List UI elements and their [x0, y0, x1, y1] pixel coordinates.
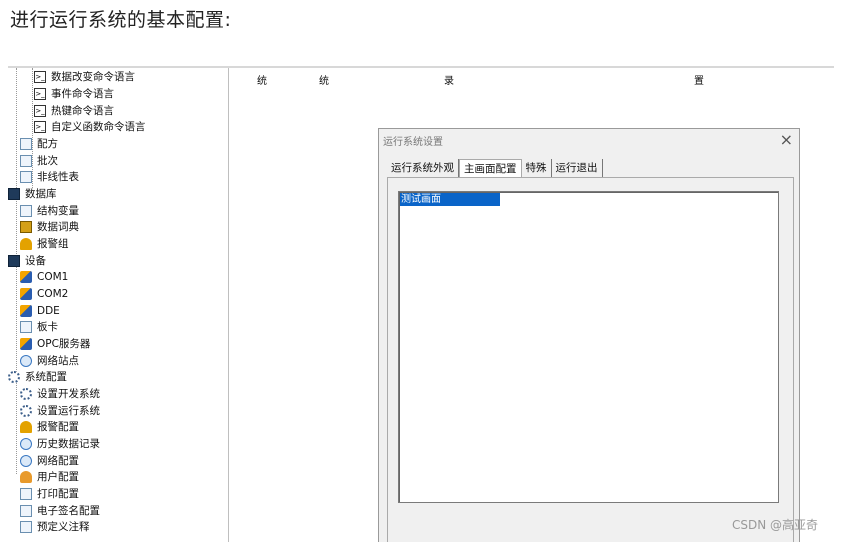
- recipe-icon: [20, 138, 32, 150]
- tree-item-system-config[interactable]: 系统配置: [8, 369, 67, 385]
- tree-item-history-records[interactable]: 历史数据记录: [20, 436, 100, 452]
- column-header: 置: [694, 76, 704, 87]
- tree-item-hotkey-command[interactable]: >_ 热键命令语言: [34, 103, 114, 119]
- tree-item-struct-variable[interactable]: 结构变量: [20, 203, 79, 219]
- user-icon: [20, 471, 32, 483]
- signature-icon: [20, 505, 32, 517]
- network-site-icon: [20, 355, 32, 367]
- note-icon: [20, 521, 32, 533]
- run-settings-icon: [20, 405, 32, 417]
- tree-item-run-system-settings[interactable]: 设置运行系统: [20, 403, 100, 419]
- table-icon: [20, 171, 32, 183]
- tab-run-system-appearance[interactable]: 运行系统外观: [387, 159, 459, 177]
- printer-icon: [20, 488, 32, 500]
- dictionary-icon: [20, 221, 32, 233]
- tree-item-batch[interactable]: 批次: [20, 153, 58, 169]
- run-system-settings-dialog: 运行系统设置 × 运行系统外观 主画面配置 特殊 运行退出 测试画面: [378, 128, 800, 542]
- watermark: CSDN @高亚奇: [731, 518, 818, 532]
- tab-special[interactable]: 特殊: [522, 159, 552, 177]
- screenshot-frame: >_ 数据改变命令语言 >_ 事件命令语言 >_ 热键命令语言 >_ 自定义函数…: [8, 66, 834, 542]
- tree-item-database[interactable]: 数据库: [8, 186, 57, 202]
- tree-item-board[interactable]: 板卡: [20, 319, 58, 335]
- tree-item-com1[interactable]: COM1: [20, 269, 68, 285]
- tree-item-opc-server[interactable]: OPC服务器: [20, 336, 90, 352]
- tree-item-device[interactable]: 设备: [8, 253, 46, 269]
- history-icon: [20, 438, 32, 450]
- tab-main-screen-config[interactable]: 主画面配置: [459, 159, 522, 177]
- command-icon: >_: [34, 105, 46, 117]
- com-port-icon: [20, 271, 32, 283]
- list-item[interactable]: 测试画面: [400, 193, 500, 206]
- tree-item-network-site[interactable]: 网络站点: [20, 353, 79, 369]
- board-icon: [20, 321, 32, 333]
- tree-item-user-config[interactable]: 用户配置: [20, 469, 79, 485]
- tree-item-com2[interactable]: COM2: [20, 286, 68, 302]
- database-icon: [8, 188, 20, 200]
- opc-icon: [20, 338, 32, 350]
- tab-panel-main-screen: 测试画面: [387, 177, 794, 542]
- project-tree[interactable]: >_ 数据改变命令语言 >_ 事件命令语言 >_ 热键命令语言 >_ 自定义函数…: [8, 68, 229, 542]
- dialog-title: 运行系统设置: [383, 137, 443, 148]
- article-intro-text: 进行运行系统的基本配置:: [10, 9, 232, 31]
- gear-icon: [20, 388, 32, 400]
- tree-item-recipe[interactable]: 配方: [20, 136, 58, 152]
- tab-run-exit[interactable]: 运行退出: [552, 159, 603, 177]
- tree-connector: [16, 68, 17, 474]
- command-icon: >_: [34, 88, 46, 100]
- document-icon: [20, 155, 32, 167]
- tree-item-alarm-group[interactable]: 报警组: [20, 236, 69, 252]
- tree-item-event-command[interactable]: >_ 事件命令语言: [34, 86, 114, 102]
- tree-item-alarm-config[interactable]: 报警配置: [20, 419, 79, 435]
- device-icon: [8, 255, 20, 267]
- close-icon[interactable]: ×: [780, 130, 793, 149]
- tree-item-dde[interactable]: DDE: [20, 303, 60, 319]
- alarm-icon: [20, 238, 32, 250]
- tree-item-data-change-command[interactable]: >_ 数据改变命令语言: [34, 69, 135, 85]
- command-icon: >_: [34, 121, 46, 133]
- column-header: 统: [319, 76, 329, 87]
- com-port-icon: [20, 288, 32, 300]
- structure-icon: [20, 205, 32, 217]
- tree-item-predefined-notes[interactable]: 预定义注释: [20, 519, 90, 535]
- tree-item-data-dictionary[interactable]: 数据词典: [20, 219, 79, 235]
- tree-item-custom-function-command[interactable]: >_ 自定义函数命令语言: [34, 119, 146, 135]
- command-icon: >_: [34, 71, 46, 83]
- alarm-icon: [20, 421, 32, 433]
- dde-icon: [20, 305, 32, 317]
- column-header: 统: [257, 76, 267, 87]
- tree-item-print-config[interactable]: 打印配置: [20, 486, 79, 502]
- tree-item-nonlinear-table[interactable]: 非线性表: [20, 169, 79, 185]
- column-header: 录: [444, 76, 454, 87]
- dialog-tabs: 运行系统外观 主画面配置 特殊 运行退出: [387, 159, 603, 177]
- screen-listbox[interactable]: 测试画面: [398, 191, 779, 503]
- system-config-icon: [8, 371, 20, 383]
- globe-icon: [20, 455, 32, 467]
- tree-item-dev-system-settings[interactable]: 设置开发系统: [20, 386, 100, 402]
- tree-item-network-config[interactable]: 网络配置: [20, 453, 79, 469]
- tree-item-e-signature-config[interactable]: 电子签名配置: [20, 503, 100, 519]
